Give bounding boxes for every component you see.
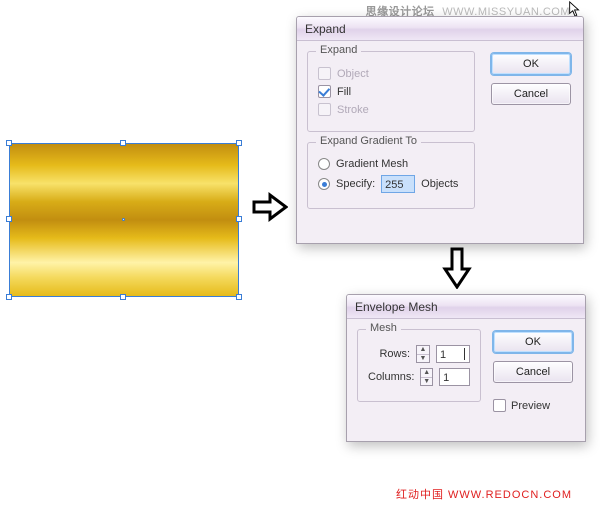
gradient-mesh-label: Gradient Mesh bbox=[336, 158, 408, 170]
specify-input[interactable]: 255 bbox=[381, 175, 415, 193]
flow-arrow-right-icon bbox=[252, 192, 288, 222]
chevron-down-icon[interactable]: ▼ bbox=[417, 355, 429, 363]
selection-handle[interactable] bbox=[120, 140, 126, 146]
object-checkbox-row[interactable]: Object bbox=[318, 67, 464, 80]
preview-label: Preview bbox=[511, 400, 550, 412]
watermark-bottom: 红动中国 WWW.REDOCN.COM bbox=[396, 486, 572, 502]
rows-row: Rows: ▲▼ 1 bbox=[368, 345, 470, 363]
specify-radio-row[interactable]: Specify: 255 Objects bbox=[318, 175, 464, 193]
selection-handle[interactable] bbox=[236, 140, 242, 146]
expand-gradient-group: Expand Gradient To Gradient Mesh Specify… bbox=[307, 142, 475, 209]
specify-label: Specify: bbox=[336, 178, 375, 190]
flow-arrow-down-icon bbox=[442, 247, 472, 289]
fill-label: Fill bbox=[337, 86, 351, 98]
rows-spinner[interactable]: ▲▼ bbox=[416, 345, 430, 363]
cancel-button[interactable]: Cancel bbox=[493, 361, 573, 383]
selection-handle[interactable] bbox=[120, 294, 126, 300]
fill-checkbox-row[interactable]: Fill bbox=[318, 85, 464, 98]
selection-handle[interactable] bbox=[6, 294, 12, 300]
group-legend: Mesh bbox=[366, 322, 401, 334]
stroke-checkbox-row[interactable]: Stroke bbox=[318, 103, 464, 116]
expand-group: Expand Object Fill Stroke bbox=[307, 51, 475, 132]
object-checkbox bbox=[318, 67, 331, 80]
group-legend: Expand Gradient To bbox=[316, 135, 421, 147]
selection-handle[interactable] bbox=[6, 140, 12, 146]
dialog-title[interactable]: Expand bbox=[297, 17, 583, 41]
rows-label: Rows: bbox=[379, 348, 410, 360]
selection-handle[interactable] bbox=[236, 216, 242, 222]
columns-row: Columns: ▲▼ 1 bbox=[368, 368, 470, 386]
chevron-up-icon[interactable]: ▲ bbox=[417, 346, 429, 355]
ok-button[interactable]: OK bbox=[493, 331, 573, 353]
fill-checkbox[interactable] bbox=[318, 85, 331, 98]
chevron-up-icon[interactable]: ▲ bbox=[421, 369, 432, 378]
mesh-group: Mesh Rows: ▲▼ 1 Columns: ▲▼ 1 bbox=[357, 329, 481, 402]
rows-input[interactable]: 1 bbox=[436, 345, 470, 363]
columns-input[interactable]: 1 bbox=[439, 368, 470, 386]
expand-dialog: Expand Expand Object Fill Stroke Expan bbox=[296, 16, 584, 244]
preview-checkbox-row[interactable]: Preview bbox=[493, 399, 573, 412]
envelope-mesh-dialog: Envelope Mesh Mesh Rows: ▲▼ 1 Columns: ▲… bbox=[346, 294, 586, 442]
columns-label: Columns: bbox=[368, 371, 414, 383]
stroke-label: Stroke bbox=[337, 104, 369, 116]
cancel-button[interactable]: Cancel bbox=[491, 83, 571, 105]
ok-button[interactable]: OK bbox=[491, 53, 571, 75]
stroke-checkbox bbox=[318, 103, 331, 116]
columns-spinner[interactable]: ▲▼ bbox=[420, 368, 433, 386]
chevron-down-icon[interactable]: ▼ bbox=[421, 378, 432, 386]
selected-gradient-rectangle[interactable] bbox=[10, 144, 238, 296]
specify-radio[interactable] bbox=[318, 178, 330, 190]
dialog-title[interactable]: Envelope Mesh bbox=[347, 295, 585, 319]
selection-handle[interactable] bbox=[6, 216, 12, 222]
preview-checkbox[interactable] bbox=[493, 399, 506, 412]
gradient-mesh-radio[interactable] bbox=[318, 158, 330, 170]
selection-handle[interactable] bbox=[236, 294, 242, 300]
gradient-mesh-radio-row[interactable]: Gradient Mesh bbox=[318, 158, 464, 170]
objects-suffix: Objects bbox=[421, 178, 458, 190]
selection-center-point[interactable] bbox=[122, 218, 125, 221]
object-label: Object bbox=[337, 68, 369, 80]
group-legend: Expand bbox=[316, 44, 361, 56]
